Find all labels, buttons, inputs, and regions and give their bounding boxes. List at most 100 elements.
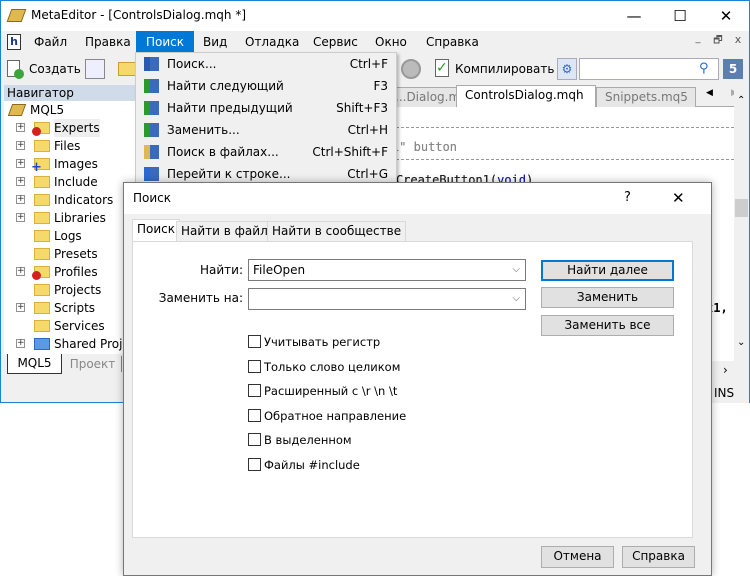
editor-vertical-scrollbar[interactable]: ⌃ ⌄ bbox=[734, 87, 749, 361]
checkbox-box[interactable] bbox=[248, 359, 261, 373]
option-checkbox[interactable]: Файлы #include bbox=[248, 457, 498, 472]
search-icon[interactable]: ⚲ bbox=[699, 61, 709, 76]
folder-icon bbox=[34, 140, 50, 152]
code-divider bbox=[396, 159, 734, 160]
find-label: Найти: bbox=[199, 263, 243, 277]
mdi-close-button[interactable]: x bbox=[729, 33, 747, 51]
dialog-title-bar: Поиск ? ✕ bbox=[124, 183, 711, 214]
mdi-minimize-button[interactable]: _ bbox=[689, 33, 707, 51]
folder-icon bbox=[34, 194, 50, 206]
checkbox-box[interactable] bbox=[248, 433, 261, 446]
checkbox-box[interactable] bbox=[248, 384, 261, 397]
new-project-button[interactable] bbox=[85, 59, 105, 79]
option-checkbox[interactable]: В выделенном bbox=[248, 433, 498, 447]
error-badge-icon bbox=[32, 127, 41, 136]
scroll-up-icon[interactable]: ⌃ bbox=[737, 95, 745, 106]
search-menu-item[interactable]: Поиск... Ctrl+F bbox=[136, 53, 396, 75]
expand-icon[interactable]: + bbox=[16, 123, 25, 132]
title-bar: MetaEditor - [ControlsDialog.mqh *] — ☐ … bbox=[1, 1, 749, 31]
menu-tools[interactable]: Сервис bbox=[305, 31, 366, 53]
dialog-help-button[interactable]: ? bbox=[624, 190, 631, 205]
replace-button[interactable]: Заменить bbox=[541, 287, 674, 308]
mql5-icon bbox=[7, 104, 27, 116]
chevron-down-icon[interactable]: ⌵ bbox=[512, 260, 520, 280]
mdi-restore-button[interactable]: 🗗 bbox=[709, 33, 727, 51]
tab-scroll-left-icon[interactable]: ◀ bbox=[706, 88, 713, 98]
folder-icon bbox=[34, 176, 50, 188]
community-badge[interactable]: 5 bbox=[723, 59, 743, 79]
replace-all-button[interactable]: Заменить все bbox=[541, 315, 674, 336]
editor-tabs: ...Dialog.mqh ControlsDialog.mqh * Snipp… bbox=[386, 85, 749, 122]
menu-debug[interactable]: Отладка bbox=[237, 31, 307, 53]
editor-tab[interactable]: Snippets.mq5 * bbox=[596, 87, 696, 122]
tab-search[interactable]: Поиск bbox=[132, 219, 181, 242]
code-comment: l" button bbox=[396, 140, 458, 154]
search-menu-item[interactable]: Найти следующий F3 bbox=[136, 75, 396, 97]
chevron-down-icon[interactable]: ⌵ bbox=[512, 289, 520, 309]
tab-mql5[interactable]: MQL5 bbox=[7, 354, 62, 374]
tab-find-in-community[interactable]: Найти в сообществе bbox=[267, 221, 407, 241]
close-button[interactable]: ✕ bbox=[703, 5, 749, 27]
menu-search[interactable]: Поиск bbox=[136, 31, 195, 53]
stop-icon[interactable] bbox=[401, 59, 421, 79]
binoculars-icon bbox=[144, 101, 159, 115]
search-tab-panel: Найти: FileOpen ⌵ Заменить на: ⌵ Найти да… bbox=[132, 241, 693, 538]
open-folder-icon[interactable] bbox=[118, 62, 136, 76]
option-checkbox[interactable]: Расширенный с \r \n \t bbox=[248, 384, 498, 398]
binoculars-icon bbox=[144, 123, 159, 137]
document-icon: h bbox=[7, 34, 21, 50]
dialog-close-button[interactable]: ✕ bbox=[672, 189, 685, 207]
expand-icon[interactable]: + bbox=[16, 177, 25, 186]
compile-button[interactable]: ✓ Компилировать bbox=[433, 58, 554, 82]
menu-view[interactable]: Вид bbox=[195, 31, 235, 53]
search-input[interactable] bbox=[579, 58, 719, 80]
folder-icon bbox=[34, 284, 50, 296]
checkbox-box[interactable] bbox=[248, 408, 261, 422]
tab-project[interactable]: Проект bbox=[64, 356, 122, 372]
expand-icon[interactable]: + bbox=[16, 339, 25, 348]
menu-edit[interactable]: Правка bbox=[77, 31, 139, 53]
window-title: MetaEditor - [ControlsDialog.mqh *] bbox=[31, 8, 247, 22]
add-badge-icon: + bbox=[31, 160, 42, 175]
editor-tab-active[interactable]: ControlsDialog.mqh * bbox=[456, 85, 596, 120]
find-next-button[interactable]: Найти далее bbox=[541, 260, 674, 281]
minimize-button[interactable]: — bbox=[611, 5, 657, 27]
scroll-down-icon[interactable]: ⌄ bbox=[737, 337, 745, 348]
folder-icon bbox=[34, 320, 50, 332]
maximize-button[interactable]: ☐ bbox=[657, 5, 703, 27]
search-menu-item[interactable]: Поиск в файлах... Ctrl+Shift+F bbox=[136, 141, 396, 163]
help-button[interactable]: Справка bbox=[622, 546, 695, 568]
cancel-button[interactable]: Отмена bbox=[541, 546, 614, 568]
folder-icon bbox=[34, 302, 50, 314]
menu-file[interactable]: Файл bbox=[26, 31, 75, 53]
checkbox-box[interactable] bbox=[248, 457, 261, 471]
menu-window[interactable]: Окно bbox=[367, 31, 415, 53]
settings-gear-icon[interactable]: ⚙ bbox=[557, 58, 577, 80]
option-checkbox[interactable]: Учитывать регистр bbox=[248, 335, 498, 349]
find-combobox[interactable]: FileOpen ⌵ bbox=[248, 259, 526, 281]
create-button[interactable]: Создать bbox=[5, 59, 81, 81]
error-badge-icon bbox=[32, 271, 41, 280]
binoculars-icon bbox=[144, 145, 159, 159]
option-checkbox[interactable]: Обратное направление bbox=[248, 408, 498, 423]
menu-bar: h Файл Правка Поиск Вид Отладка Сервис О… bbox=[1, 31, 749, 53]
expand-icon[interactable]: + bbox=[16, 195, 25, 204]
add-icon bbox=[14, 69, 24, 79]
search-menu-item[interactable]: Заменить... Ctrl+H bbox=[136, 119, 396, 141]
compile-icon: ✓ bbox=[435, 59, 449, 77]
scroll-thumb[interactable] bbox=[735, 199, 748, 217]
option-checkbox[interactable]: Только слово целиком bbox=[248, 359, 498, 374]
expand-icon[interactable]: + bbox=[16, 213, 25, 222]
scroll-right-icon[interactable]: › bbox=[723, 363, 728, 377]
expand-icon[interactable]: + bbox=[16, 303, 25, 312]
code-divider bbox=[396, 127, 734, 128]
expand-icon[interactable]: + bbox=[16, 141, 25, 150]
replace-combobox[interactable]: ⌵ bbox=[248, 288, 526, 310]
expand-icon[interactable]: + bbox=[16, 267, 25, 276]
expand-icon[interactable]: + bbox=[16, 159, 25, 168]
search-menu-item[interactable]: Найти предыдущий Shift+F3 bbox=[136, 97, 396, 119]
menu-help[interactable]: Справка bbox=[418, 31, 487, 53]
folder-icon bbox=[34, 230, 50, 242]
dialog-title: Поиск bbox=[133, 191, 172, 205]
checkbox-box[interactable] bbox=[248, 335, 261, 348]
